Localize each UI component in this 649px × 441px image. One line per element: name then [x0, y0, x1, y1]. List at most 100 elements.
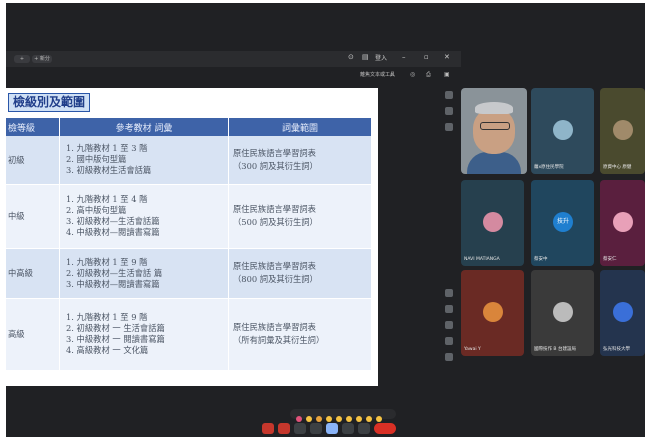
settings-icon[interactable]: ◎ — [410, 71, 415, 78]
new-tab-button[interactable]: + — [14, 55, 30, 63]
fullscreen-icon[interactable] — [445, 353, 453, 361]
participant-name: Yawai Y — [464, 347, 481, 352]
reaction-bar — [290, 409, 396, 422]
participant-tile[interactable]: 國際技作 B 台建設局 — [531, 270, 594, 356]
page-icon[interactable] — [445, 107, 453, 115]
range-line: （300 詞及其衍生詞） — [233, 160, 318, 171]
participant-name: 蘿x原住民學院 — [534, 165, 564, 170]
participant-tile[interactable]: 技升 蔡安中 — [531, 180, 594, 266]
row-level: 初級 — [6, 136, 60, 185]
person-face — [473, 108, 515, 154]
rotate-icon[interactable] — [445, 321, 453, 329]
range-line: （所有詞彙及其衍生詞） — [233, 335, 325, 345]
thinking-reaction-icon[interactable] — [366, 416, 372, 422]
present-button[interactable] — [326, 423, 338, 434]
range-line: 原住民族語言學習詞表 — [233, 261, 316, 271]
participant-tile[interactable]: 原資中心 原健 — [600, 88, 645, 174]
participant-tile[interactable]: 弘光科技大學 — [600, 270, 645, 356]
row-level: 中高級 — [6, 248, 60, 299]
raise-hand-button[interactable] — [342, 423, 354, 434]
browser-tab[interactable]: + 新分 — [32, 55, 52, 63]
history-icon[interactable]: ⊙ — [348, 53, 354, 61]
thumbs-up-reaction-icon[interactable] — [306, 416, 312, 422]
close-button[interactable]: ✕ — [444, 53, 450, 61]
table-row: 中級 1. 九階教材 1 至 4 階 2. 高中版句型篇 3. 初級教材—生活會… — [6, 184, 372, 249]
row-materials: 1. 九階教材 1 至 3 階 2. 國中版句型篇 3. 初級教材生活會話篇 — [59, 136, 229, 185]
participant-name: 蔡安中 — [534, 257, 548, 262]
meeting-screen: + + 新分 ⊙ ▤ 登入 – ▫ ✕ 離焦文本或工具 ⌕ ◎ ⎙ ▣ 檢級別及… — [6, 3, 645, 437]
laugh-reaction-icon[interactable] — [336, 416, 342, 422]
row-range: 原住民族語言學習詞表 （300 詞及其衍生詞） — [228, 136, 372, 185]
emoji-button[interactable] — [310, 423, 322, 434]
level-table: 檢等級 參考教材 詞彙 詞彙範圍 初級 1. 九階教材 1 至 3 階 2. 國… — [6, 118, 372, 371]
print-icon[interactable]: ⎙ — [426, 71, 431, 79]
row-level: 高級 — [6, 298, 60, 371]
glasses-icon — [480, 122, 510, 130]
header-level: 檢等級 — [6, 118, 60, 136]
material-item: 2. 初級教材—生活會話 篇 — [66, 267, 163, 278]
row-range: 原住民族語言學習詞表 （800 詞及其衍生詞） — [228, 248, 372, 299]
material-item: 4. 高級教材 一 文化篇 — [66, 345, 149, 355]
row-materials: 1. 九階教材 1 至 9 階 2. 初級教材 一 生活會話篇 3. 中級教材 … — [59, 298, 229, 371]
participant-tile[interactable]: 蘿x原住民學院 — [531, 88, 594, 174]
meeting-controls — [262, 423, 432, 435]
person-hair — [475, 102, 513, 114]
pen-icon[interactable] — [445, 91, 453, 99]
header-materials: 參考教材 詞彙 — [59, 118, 229, 136]
table-row: 中高級 1. 九階教材 1 至 9 階 2. 初級教材—生活會話 篇 3. 中級… — [6, 248, 372, 299]
material-item: 2. 高中版句型篇 — [66, 205, 127, 215]
table-row: 高級 1. 九階教材 1 至 9 階 2. 初級教材 一 生活會話篇 3. 中級… — [6, 298, 372, 371]
maximize-button[interactable]: ▫ — [424, 53, 429, 61]
material-item: 3. 中級教材 一 閱讀書寫篇 — [66, 334, 165, 344]
participant-tile[interactable]: Yawai Y — [461, 270, 524, 356]
leave-call-button[interactable] — [374, 423, 396, 434]
material-item: 3. 中級教材—閱讀書寫篇 — [66, 278, 160, 289]
captions-button[interactable] — [294, 423, 306, 434]
material-item: 2. 國中版句型篇 — [66, 154, 127, 165]
range-line: （800 詞及其衍生詞） — [233, 274, 318, 284]
table-row: 初級 1. 九階教材 1 至 3 階 2. 國中版句型篇 3. 初級教材生活會話… — [6, 136, 372, 185]
minimize-button[interactable]: – — [402, 53, 406, 61]
fit-icon[interactable] — [445, 337, 453, 345]
material-item: 1. 九階教材 1 至 4 階 — [66, 194, 148, 204]
participant-name: 原資中心 原健 — [603, 165, 632, 170]
table-header-row: 檢等級 參考教材 詞彙 詞彙範圍 — [6, 118, 372, 136]
sad-reaction-icon[interactable] — [356, 416, 362, 422]
participant-tile[interactable]: NAVI MATIANGA — [461, 180, 524, 266]
avatar — [613, 212, 633, 232]
surprise-reaction-icon[interactable] — [346, 416, 352, 422]
login-button[interactable]: 登入 — [375, 53, 387, 62]
range-line: 原住民族語言學習詞表 — [233, 322, 316, 332]
range-line: （500 詞及其衍生詞） — [233, 217, 318, 227]
slide-title: 檢級別及範圍 — [8, 93, 91, 112]
range-line: 原住民族語言學習詞表 — [233, 147, 316, 158]
row-range: 原住民族語言學習詞表 （所有詞彙及其衍生詞） — [228, 298, 372, 371]
camera-button[interactable] — [278, 423, 290, 434]
more-options-button[interactable] — [358, 423, 370, 434]
material-item: 1. 九階教材 1 至 9 階 — [66, 312, 148, 322]
avatar — [553, 302, 573, 322]
material-item: 1. 九階教材 1 至 9 階 — [66, 256, 148, 267]
menu-icon[interactable]: ▤ — [362, 53, 369, 61]
search-icon[interactable]: ⌕ — [390, 71, 393, 79]
zoom-out-icon[interactable] — [445, 305, 453, 313]
avatar — [483, 212, 503, 232]
participant-name: NAVI MATIANGA — [464, 257, 500, 262]
top-bar — [6, 3, 645, 27]
material-item: 1. 九階教材 1 至 3 階 — [66, 143, 148, 154]
presenter-sidebar — [442, 91, 456, 369]
save-icon[interactable]: ▣ — [444, 71, 450, 78]
self-video-tile[interactable] — [461, 88, 527, 174]
row-materials: 1. 九階教材 1 至 9 階 2. 初級教材—生活會話 篇 3. 中級教材—閱… — [59, 248, 229, 299]
clap-reaction-icon[interactable] — [326, 416, 332, 422]
avatar — [483, 302, 503, 322]
zoom-in-icon[interactable] — [445, 289, 453, 297]
mic-off-button[interactable] — [262, 423, 274, 434]
party-reaction-icon[interactable] — [316, 416, 322, 422]
participant-name: 國際技作 B 台建設局 — [534, 347, 576, 352]
thumbs-down-reaction-icon[interactable] — [376, 416, 382, 422]
heart-reaction-icon[interactable] — [296, 416, 302, 422]
browser-tabbar — [6, 51, 461, 67]
pointer-icon[interactable] — [445, 123, 453, 131]
participant-tile[interactable]: 蔡安仁 — [600, 180, 645, 266]
